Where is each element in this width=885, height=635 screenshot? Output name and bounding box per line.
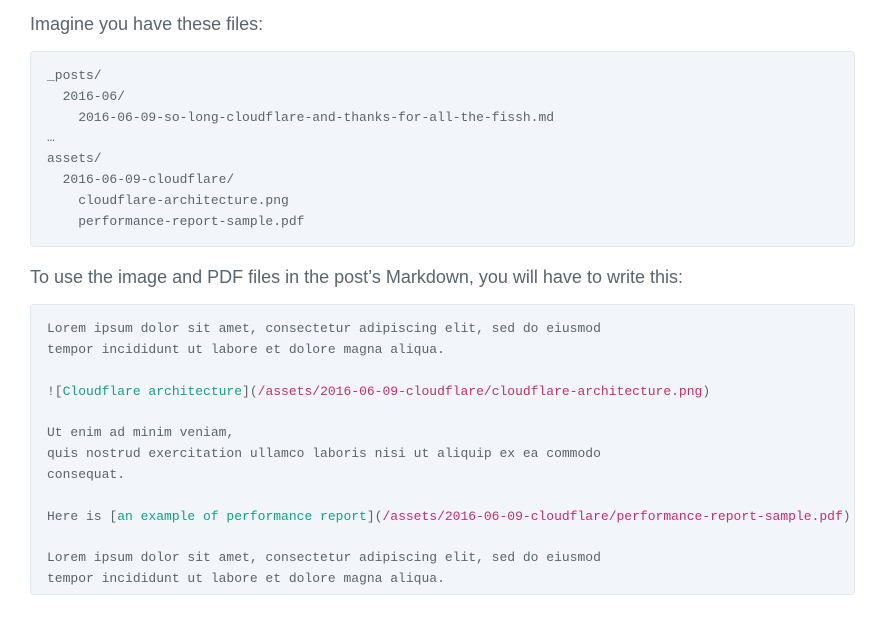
md-punct: ) — [843, 509, 851, 524]
code-line: tempor incididunt ut labore et dolore ma… — [47, 571, 445, 586]
code-block-markdown[interactable]: Lorem ipsum dolor sit amet, consectetur … — [30, 304, 855, 594]
code-block-files: _posts/ 2016-06/ 2016-06-09-so-long-clou… — [30, 51, 855, 247]
md-link-text: an example of performance report — [117, 509, 367, 524]
md-url: /assets/2016-06-09-cloudflare/performanc… — [382, 509, 842, 524]
md-punct: ]( — [367, 509, 383, 524]
code-line: Here is [an example of performance repor… — [47, 509, 851, 524]
md-alt-text: Cloudflare architecture — [63, 384, 242, 399]
code-line: Lorem ipsum dolor sit amet, consectetur … — [47, 550, 601, 565]
code-line: Lorem ipsum dolor sit amet, consectetur … — [47, 321, 601, 336]
md-punct: ]( — [242, 384, 258, 399]
intro-text-1: Imagine you have these files: — [30, 14, 855, 35]
code-line: ![Cloudflare architecture](/assets/2016-… — [47, 384, 710, 399]
md-url: /assets/2016-06-09-cloudflare/cloudflare… — [258, 384, 703, 399]
intro-text-2: To use the image and PDF files in the po… — [30, 267, 855, 288]
code-line: Ut enim ad minim veniam, — [47, 425, 234, 440]
md-punct: ) — [702, 384, 710, 399]
code-line: tempor incididunt ut labore et dolore ma… — [47, 342, 445, 357]
md-punct: Here is [ — [47, 509, 117, 524]
code-line: consequat. — [47, 467, 125, 482]
code-line: quis nostrud exercitation ullamco labori… — [47, 446, 601, 461]
md-punct: ![ — [47, 384, 63, 399]
